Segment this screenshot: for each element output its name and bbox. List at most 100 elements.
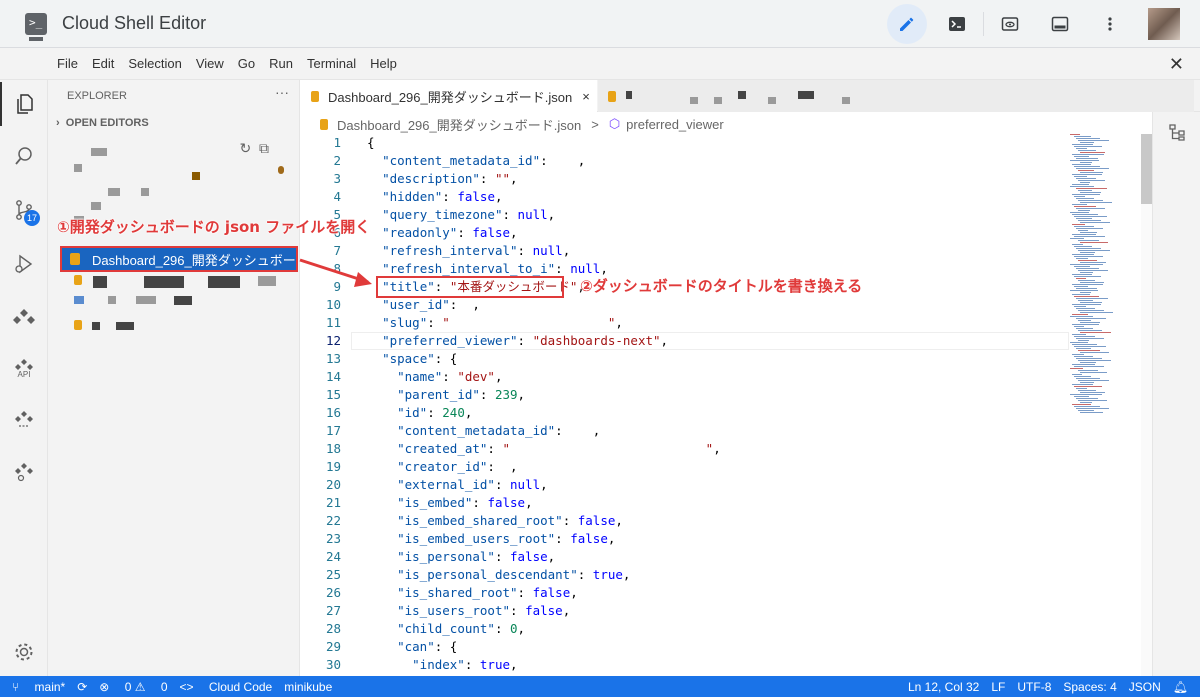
- code-line[interactable]: 26 "is_shared_root": false,: [301, 584, 1141, 602]
- code-text: "index": true,: [412, 657, 518, 672]
- minimap-line: [1080, 232, 1097, 233]
- editor-scrollbar[interactable]: [1141, 134, 1152, 676]
- code-line[interactable]: 6 "readonly": false,: [301, 224, 1141, 242]
- code-text: "name": "dev",: [397, 369, 503, 384]
- run-debug-icon[interactable]: [0, 242, 48, 286]
- close-editor-icon[interactable]: ✕: [1169, 54, 1184, 75]
- code-line[interactable]: 13 "space": {: [301, 350, 1141, 368]
- collapse-all-icon[interactable]: ⧉: [259, 140, 269, 156]
- breadcrumb-file[interactable]: Dashboard_296_開発ダッシュボード.json: [337, 115, 581, 134]
- tab-close-icon[interactable]: ×: [582, 89, 590, 104]
- redacted-item: [141, 188, 149, 196]
- more-options-button[interactable]: [1090, 4, 1130, 44]
- web-preview-button[interactable]: [990, 4, 1030, 44]
- minimap-line: [1078, 400, 1107, 401]
- breadcrumb-separator: >: [591, 116, 599, 132]
- minimap-line: [1072, 364, 1095, 365]
- line-number: 20: [325, 477, 341, 492]
- code-line[interactable]: 27 "is_users_root": false,: [301, 602, 1141, 620]
- menu-run[interactable]: Run: [269, 56, 293, 71]
- redacted-item: [116, 322, 134, 330]
- toolbar-divider: [983, 12, 984, 36]
- menu-file[interactable]: File: [57, 56, 78, 71]
- indent-status[interactable]: Spaces: 4: [1063, 680, 1116, 694]
- problems-status[interactable]: ⊗ 0 ⚠ 0: [99, 680, 167, 694]
- menu-help[interactable]: Help: [370, 56, 397, 71]
- minimap-line: [1074, 136, 1091, 137]
- code-line[interactable]: 2 "content_metadata_id": ,: [301, 152, 1141, 170]
- sync-icon[interactable]: ⟳: [77, 680, 87, 694]
- minimap-line: [1076, 288, 1097, 289]
- minimap-line: [1078, 350, 1100, 351]
- menu-terminal[interactable]: Terminal: [307, 56, 356, 71]
- cloud-code-deploy-icon[interactable]: [0, 296, 48, 340]
- menu-selection[interactable]: Selection: [128, 56, 181, 71]
- code-line[interactable]: 10 "user_id": ,: [301, 296, 1141, 314]
- branch-status[interactable]: ⑂ main*: [12, 680, 65, 694]
- code-line[interactable]: 17 "content_metadata_id": ,: [301, 422, 1141, 440]
- cloud-code-api-icon[interactable]: [0, 346, 48, 390]
- toggle-panel-button[interactable]: [1040, 4, 1080, 44]
- code-line[interactable]: 23 "is_embed_users_root": false,: [301, 530, 1141, 548]
- code-line[interactable]: 7 "refresh_interval": null,: [301, 242, 1141, 260]
- refresh-icon[interactable]: ↻: [239, 140, 251, 156]
- code-line[interactable]: 19 "creator_id": ,: [301, 458, 1141, 476]
- scrollbar-thumb[interactable]: [1141, 134, 1152, 204]
- symbol-cube-icon: ⬡: [608, 116, 621, 131]
- code-line[interactable]: 20 "external_id": null,: [301, 476, 1141, 494]
- code-line[interactable]: 30 "index": true,: [301, 656, 1141, 674]
- code-line[interactable]: 18 "created_at": " ",: [301, 440, 1141, 458]
- explorer-more-icon[interactable]: ···: [275, 84, 289, 100]
- encoding-status[interactable]: UTF-8: [1017, 680, 1051, 694]
- open-editor-button[interactable]: [887, 4, 927, 44]
- menu-edit[interactable]: Edit: [92, 56, 114, 71]
- cursor-position[interactable]: Ln 12, Col 32: [908, 680, 979, 694]
- cloud-code-kubernetes-icon[interactable]: [0, 450, 48, 494]
- outline-tree-icon[interactable]: [1167, 122, 1187, 147]
- explorer-file-dashboard-296[interactable]: Dashboard_296_開発ダッシュボー: [60, 246, 298, 272]
- minimap-line: [1080, 392, 1105, 393]
- explorer-title: EXPLORER: [67, 90, 127, 102]
- explorer-icon[interactable]: [0, 82, 48, 126]
- code-line[interactable]: 29 "can": {: [301, 638, 1141, 656]
- minimap-line: [1078, 190, 1092, 191]
- code-line[interactable]: 15 "parent_id": 239,: [301, 386, 1141, 404]
- menu-go[interactable]: Go: [238, 56, 255, 71]
- code-line[interactable]: 12 "preferred_viewer": "dashboards-next"…: [301, 332, 1141, 350]
- code-line[interactable]: 4 "hidden": false,: [301, 188, 1141, 206]
- code-line[interactable]: 3 "description": "",: [301, 170, 1141, 188]
- code-line[interactable]: 14 "name": "dev",: [301, 368, 1141, 386]
- code-line[interactable]: 22 "is_embed_shared_root": false,: [301, 512, 1141, 530]
- code-line[interactable]: 11 "slug": " ",: [301, 314, 1141, 332]
- tab-other-file[interactable]: [598, 80, 1194, 112]
- code-editor[interactable]: 1{2 "content_metadata_id": ,3 "descripti…: [301, 134, 1141, 676]
- eol-status[interactable]: LF: [991, 680, 1005, 694]
- code-line[interactable]: 24 "is_personal": false,: [301, 548, 1141, 566]
- cloud-code-status[interactable]: <> Cloud Code: [180, 680, 273, 694]
- search-icon[interactable]: [0, 134, 48, 178]
- cloud-code-secrets-icon[interactable]: [0, 398, 48, 442]
- code-line[interactable]: 28 "child_count": 0,: [301, 620, 1141, 638]
- source-control-icon[interactable]: 17: [0, 188, 48, 232]
- open-editors-section[interactable]: › OPEN EDITORS: [56, 117, 149, 129]
- language-status[interactable]: JSON: [1129, 680, 1161, 694]
- line-number: 10: [325, 297, 341, 312]
- line-number: 30: [325, 657, 341, 672]
- code-line[interactable]: 21 "is_embed": false,: [301, 494, 1141, 512]
- code-line[interactable]: 5 "query_timezone": null,: [301, 206, 1141, 224]
- minimap-line: [1080, 412, 1103, 413]
- code-line[interactable]: 1{: [301, 134, 1141, 152]
- code-line[interactable]: 16 "id": 240,: [301, 404, 1141, 422]
- cluster-status[interactable]: minikube: [284, 680, 332, 694]
- line-number: 25: [325, 567, 341, 582]
- minimap-line: [1080, 192, 1101, 193]
- avatar[interactable]: [1148, 8, 1180, 40]
- tab-dashboard-json[interactable]: Dashboard_296_開発ダッシュボード.json ×: [301, 80, 597, 112]
- notifications-bell-icon[interactable]: 🔔︎: [1173, 680, 1188, 694]
- minimap[interactable]: [1068, 134, 1140, 434]
- menu-view[interactable]: View: [196, 56, 224, 71]
- open-terminal-button[interactable]: [937, 4, 977, 44]
- code-line[interactable]: 25 "is_personal_descendant": true,: [301, 566, 1141, 584]
- settings-gear-icon[interactable]: [0, 630, 48, 674]
- breadcrumb-symbol[interactable]: preferred_viewer: [626, 117, 724, 132]
